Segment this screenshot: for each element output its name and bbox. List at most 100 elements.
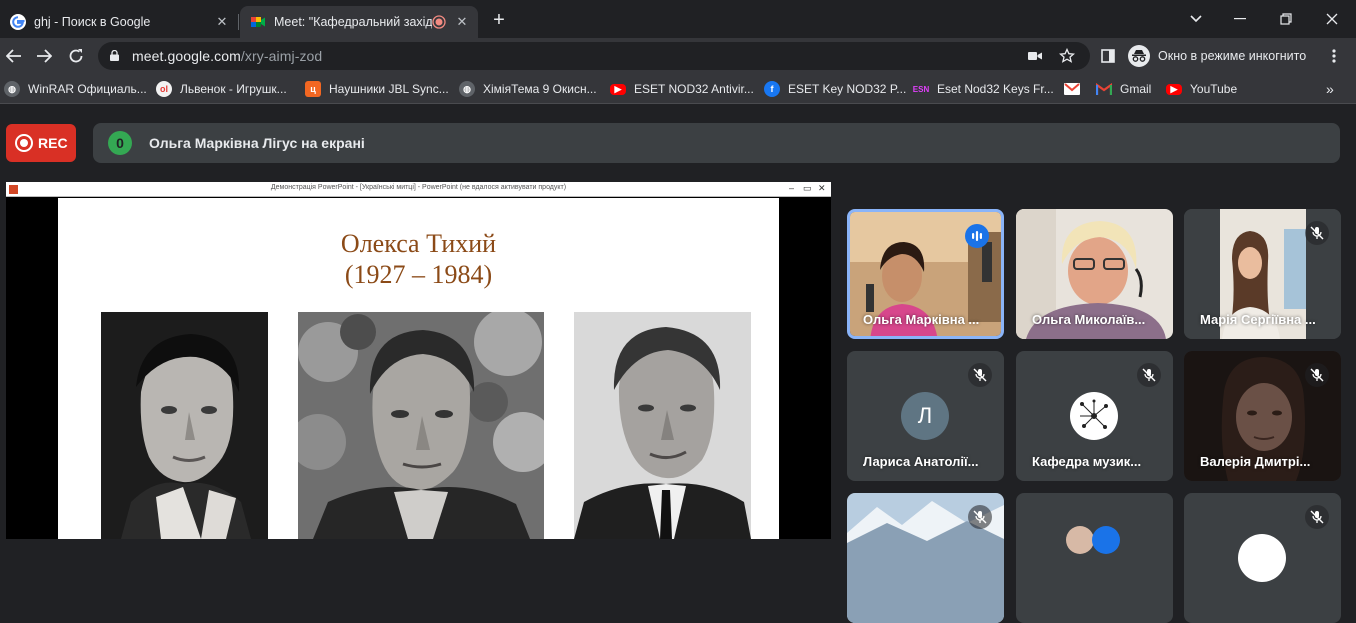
bookmark-item-youtube[interactable]: ▶ YouTube	[1166, 81, 1237, 97]
participant-tile[interactable]: Валерія Дмитрі...	[1184, 351, 1341, 481]
participant-tile[interactable]: Кафедра музик...	[1016, 351, 1173, 481]
forward-button[interactable]	[32, 44, 56, 68]
more-bookmarks-icon[interactable]: »	[1326, 81, 1334, 97]
bookmark-label: Львенок - Игрушк...	[180, 82, 287, 96]
bookmark-label: ESET Key NOD32 P...	[788, 82, 907, 96]
slide-title-years: (1927 – 1984)	[344, 260, 493, 289]
esn-icon: ESN	[912, 84, 930, 94]
bookmark-label: YouTube	[1190, 82, 1238, 96]
camera-in-use-icon[interactable]	[1026, 47, 1044, 65]
participant-name: Ольга Марківна ...	[863, 312, 980, 327]
participant-name: Кафедра музик...	[1032, 454, 1142, 469]
avatar: Л	[901, 392, 949, 440]
avatar	[1092, 526, 1120, 554]
slide-title: Олекса Тихий (1927 – 1984)	[58, 228, 779, 290]
speaking-indicator-icon	[965, 224, 989, 248]
back-button[interactable]	[2, 44, 26, 68]
minimize-icon: –	[789, 183, 795, 193]
tab-google-search[interactable]: ghj - Поиск в Google ✕	[0, 6, 238, 38]
chrome-menu-icon[interactable]	[1322, 44, 1346, 68]
bookmark-item[interactable]: f ESET Key NOD32 P...	[764, 81, 906, 97]
url-text[interactable]: meet.google.com/xry-aimj-zod	[132, 48, 322, 64]
lock-icon[interactable]	[110, 50, 119, 61]
record-icon	[15, 134, 33, 152]
bookmark-item[interactable]: ol Львенок - Игрушк...	[156, 81, 287, 97]
tab-search-icon[interactable]	[1183, 8, 1209, 30]
incognito-label: Окно в режиме инкогнито	[1158, 49, 1307, 63]
shared-screen[interactable]: Демонстрація PowerPoint - [Українські ми…	[6, 182, 831, 539]
participant-tile[interactable]	[1016, 493, 1173, 623]
incognito-indicator[interactable]: Окно в режиме инкогнито	[1124, 42, 1318, 70]
music-notes-logo-icon	[1080, 399, 1108, 429]
mic-off-icon	[1305, 363, 1329, 387]
side-panel-icon[interactable]	[1096, 44, 1120, 68]
recording-dot-icon	[432, 15, 446, 29]
address-bar[interactable]: meet.google.com/xry-aimj-zod	[98, 42, 1090, 70]
participant-tile-speaking[interactable]: Ольга Марківна ...	[847, 209, 1004, 339]
reload-button[interactable]	[64, 44, 88, 68]
shop-icon: ц	[305, 81, 321, 97]
globe-icon: ◍	[4, 81, 20, 97]
bookmark-item[interactable]: ц Наушники JBL Sync...	[305, 81, 449, 97]
mic-off-icon	[1305, 505, 1329, 529]
tab-strip: ghj - Поиск в Google ✕ Meet: "Кафедральн…	[0, 0, 1356, 38]
powerpoint-window-title: Демонстрація PowerPoint - [Українські ми…	[270, 184, 567, 191]
bookmark-label: WinRAR Официаль...	[28, 82, 147, 96]
bookmark-item[interactable]: ESN Eset Nod32 Keys Fr...	[913, 81, 1054, 97]
youtube-icon: ▶	[1166, 83, 1182, 95]
participant-tile[interactable]: Марія Сергіївна ...	[1184, 209, 1341, 339]
bookmark-label: Eset Nod32 Keys Fr...	[937, 82, 1054, 96]
gmail-icon	[1064, 83, 1080, 95]
tab-title: Meet: "Кафедральний захід	[274, 15, 432, 29]
participant-tile[interactable]	[1184, 493, 1341, 623]
bookmark-item[interactable]: ▶ ESET NOD32 Antivir...	[610, 81, 754, 97]
browser-toolbar: meet.google.com/xry-aimj-zod Окно в режи…	[0, 38, 1356, 74]
meet-stage: REC 0 Ольга Марківна Лігус на екрані Дем…	[0, 105, 1356, 623]
participant-name: Марія Сергіївна ...	[1200, 312, 1316, 327]
portrait-photo-older	[574, 312, 751, 539]
bookmark-label: Наушники JBL Sync...	[329, 82, 449, 96]
recording-badge[interactable]: REC	[6, 124, 76, 162]
bookmark-label: Gmail	[1120, 82, 1152, 96]
restore-icon[interactable]	[1273, 8, 1299, 30]
avatar	[1070, 392, 1118, 440]
participant-name: Валерія Дмитрі...	[1200, 454, 1311, 469]
slide-title-name: Олекса Тихий	[340, 229, 497, 258]
close-tab-icon[interactable]: ✕	[452, 12, 472, 32]
avatar	[1238, 534, 1286, 582]
portrait-photo-middle-aged	[298, 312, 544, 539]
close-window-icon[interactable]	[1319, 8, 1345, 30]
bookmarks-bar: ◍ WinRAR Официаль... ol Львенок - Игрушк..…	[0, 74, 1356, 104]
google-icon	[10, 14, 26, 30]
url-host: meet.google.com	[132, 48, 241, 64]
bookmark-item-gmail-icon-only[interactable]	[1064, 81, 1080, 97]
meet-icon	[251, 17, 265, 27]
tab-separator	[238, 14, 239, 30]
slide: Олекса Тихий (1927 – 1984)	[58, 198, 779, 539]
bookmark-item[interactable]: ◍ ХіміяТема 9 Окисн...	[459, 81, 597, 97]
mic-off-icon	[968, 363, 992, 387]
bookmark-item-gmail[interactable]: Gmail	[1096, 81, 1151, 97]
tab-title: ghj - Поиск в Google	[34, 15, 151, 29]
minimize-icon[interactable]	[1227, 8, 1253, 30]
lvenok-icon: ol	[156, 81, 172, 97]
new-tab-button[interactable]: +	[488, 10, 510, 32]
participant-tile[interactable]	[847, 493, 1004, 623]
participant-tile[interactable]: Ольга Миколаїв...	[1016, 209, 1173, 339]
rec-label: REC	[38, 135, 68, 151]
mic-off-icon	[1305, 221, 1329, 245]
tab-google-meet[interactable]: Meet: "Кафедральний захід ✕	[240, 6, 478, 38]
globe-icon: ◍	[459, 81, 475, 97]
presentation-banner: 0 Ольга Марківна Лігус на екрані	[93, 123, 1340, 163]
avatar	[1066, 526, 1094, 554]
presenter-count-badge: 0	[108, 131, 132, 155]
incognito-icon	[1128, 45, 1150, 67]
close-tab-icon[interactable]: ✕	[212, 12, 232, 32]
bookmark-label: ESET NOD32 Antivir...	[634, 82, 754, 96]
mic-off-icon	[968, 505, 992, 529]
restore-icon: ▭	[803, 183, 812, 193]
bookmark-star-icon[interactable]	[1058, 47, 1076, 65]
bookmark-item[interactable]: ◍ WinRAR Официаль...	[4, 81, 147, 97]
participant-tile[interactable]: Л Лариса Анатолії...	[847, 351, 1004, 481]
presenter-text: Ольга Марківна Лігус на екрані	[149, 135, 365, 151]
